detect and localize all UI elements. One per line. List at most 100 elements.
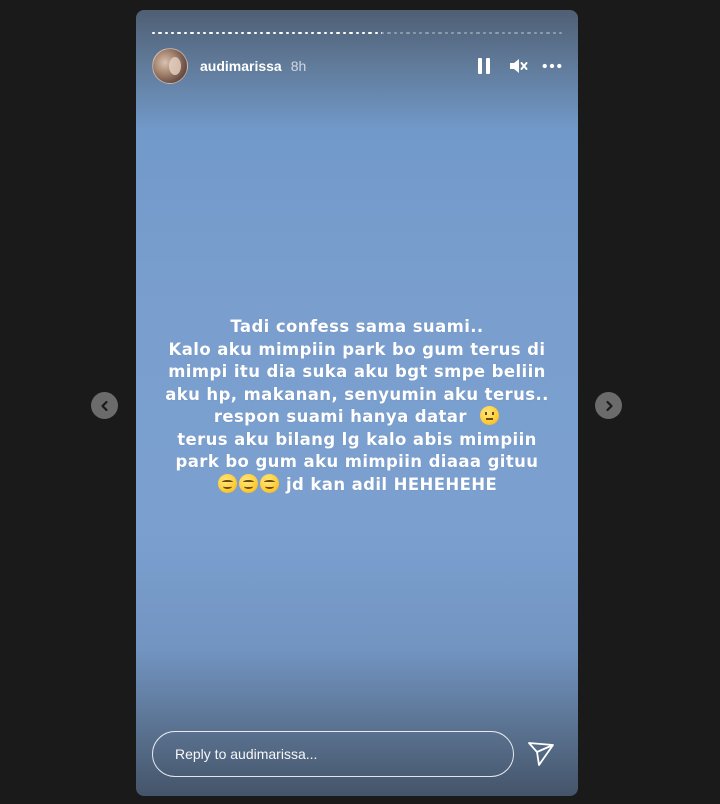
story-text-line: park bo gum aku mimpiin diaaa gituu [175,452,539,471]
progress-segment [260,32,264,34]
progress-segment [196,32,200,34]
reply-bar [152,730,562,778]
progress-segment [336,32,340,34]
progress-segment [349,32,353,34]
progress-segment [400,32,404,34]
progress-segment [444,32,448,34]
story-controls [474,56,562,76]
progress-segment-fill [190,32,194,34]
progress-segment [501,32,506,34]
story-progress-bar [152,32,563,34]
progress-segment [489,32,493,34]
progress-segment-fill [380,32,382,34]
progress-segment [279,32,283,34]
progress-segment [368,32,372,34]
progress-segment-fill [241,32,245,34]
progress-segment [457,32,461,34]
more-options-button[interactable] [542,56,562,76]
send-button[interactable] [526,739,556,769]
story-text-line: jd kan adil HEHEHEHE [136,473,578,497]
progress-segment-fill [310,32,315,34]
progress-segment [438,32,442,34]
smiling-face-emoji [217,473,237,493]
progress-segment [539,32,544,34]
progress-segment-fill [234,32,239,34]
progress-segment [202,32,207,34]
progress-segment [241,32,245,34]
progress-segment-fill [342,32,347,34]
pause-button[interactable] [474,56,494,76]
progress-segment-fill [323,32,328,34]
muted-speaker-icon [510,59,528,73]
avatar[interactable] [152,48,188,84]
more-options-icon [542,63,562,69]
progress-segment [520,32,525,34]
progress-segment [171,32,175,34]
story-text-fragment: respon suami hanya datar [213,407,467,426]
progress-segment [463,32,467,34]
progress-segment-fill [291,32,296,34]
chevron-left-icon [100,400,108,411]
progress-segment [419,32,423,34]
progress-segment [431,32,436,34]
send-icon [528,742,554,766]
progress-segment [317,32,321,34]
progress-segment [304,32,308,34]
progress-segment [374,32,378,34]
progress-segment [387,32,391,34]
reply-input[interactable] [152,731,514,777]
story-card[interactable]: audimarissa 8h Tadi confess sama suami..… [136,10,578,796]
progress-segment-fill [221,32,226,34]
progress-segment [330,32,334,34]
progress-segment-fill [247,32,251,34]
progress-segment [393,32,398,34]
progress-segment [310,32,315,34]
progress-segment-fill [253,32,258,34]
progress-segment [546,32,550,34]
progress-segment [209,32,213,34]
progress-segment-fill [215,32,219,34]
progress-segment-fill [209,32,213,34]
progress-segment-fill [272,32,277,34]
progress-segment-fill [361,32,366,34]
next-story-button[interactable] [595,392,622,419]
progress-segment [476,32,480,34]
username[interactable]: audimarissa [200,58,282,74]
progress-segment [361,32,366,34]
progress-segment-fill [228,32,232,34]
neutral-face-emoji [480,406,500,425]
progress-segment [495,32,499,34]
progress-segment-fill [330,32,334,34]
story-text-line: aku hp, makanan, senyumin aku terus.. [165,384,549,404]
progress-segment [177,32,181,34]
progress-segment [412,32,417,34]
story-text-line: Tadi confess sama suami.. [230,317,484,336]
progress-segment [533,32,537,34]
progress-segment-fill [349,32,353,34]
progress-segment-fill [152,32,156,34]
progress-segment-fill [196,32,200,34]
story-text-line: mimpi itu dia suka aku bgt smpe beliin [168,362,546,381]
smiling-face-emoji [238,473,258,493]
mute-button[interactable] [508,56,528,76]
progress-segment [380,32,385,34]
progress-segment [215,32,219,34]
progress-segment [342,32,347,34]
progress-segment [228,32,232,34]
previous-story-button[interactable] [91,392,118,419]
progress-segment [508,32,512,34]
progress-segment-fill [368,32,372,34]
progress-segment [158,32,162,34]
story-text-fragment: jd kan adil HEHEHEHE [286,474,498,494]
progress-segment-fill [285,32,289,34]
progress-segment-fill [202,32,207,34]
story-text-line: Kalo aku mimpiin park bo gum terus di [168,339,546,359]
progress-segment-fill [266,32,270,34]
progress-segment-fill [336,32,340,34]
progress-segment [450,32,455,34]
progress-segment-fill [317,32,321,34]
progress-segment [552,32,556,34]
progress-segment-fill [374,32,378,34]
progress-segment [266,32,270,34]
story-text-line: terus aku bilang lg kalo abis mimpiin [177,429,537,449]
